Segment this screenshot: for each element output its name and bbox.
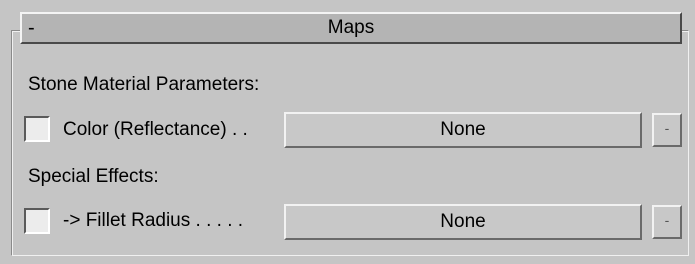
rollout-title: Maps [327, 17, 375, 38]
maps-rollout-panel: - Maps Stone Material Parameters: Color … [0, 0, 695, 264]
fillet-radius-map-button[interactable]: None [284, 204, 642, 240]
fillet-radius-small-button[interactable]: - [652, 205, 682, 239]
color-reflectance-map-button[interactable]: None [284, 112, 642, 148]
fillet-radius-checkbox[interactable] [24, 208, 50, 234]
color-reflectance-label: Color (Reflectance) . . [63, 119, 248, 140]
maps-rollout-header[interactable]: - Maps [20, 12, 682, 44]
color-reflectance-small-button[interactable]: - [652, 113, 682, 147]
special-effects-heading: Special Effects: [28, 166, 159, 187]
fillet-radius-label: -> Fillet Radius . . . . . [63, 210, 244, 231]
stone-material-parameters-heading: Stone Material Parameters: [28, 74, 260, 95]
color-reflectance-checkbox[interactable] [24, 116, 50, 142]
